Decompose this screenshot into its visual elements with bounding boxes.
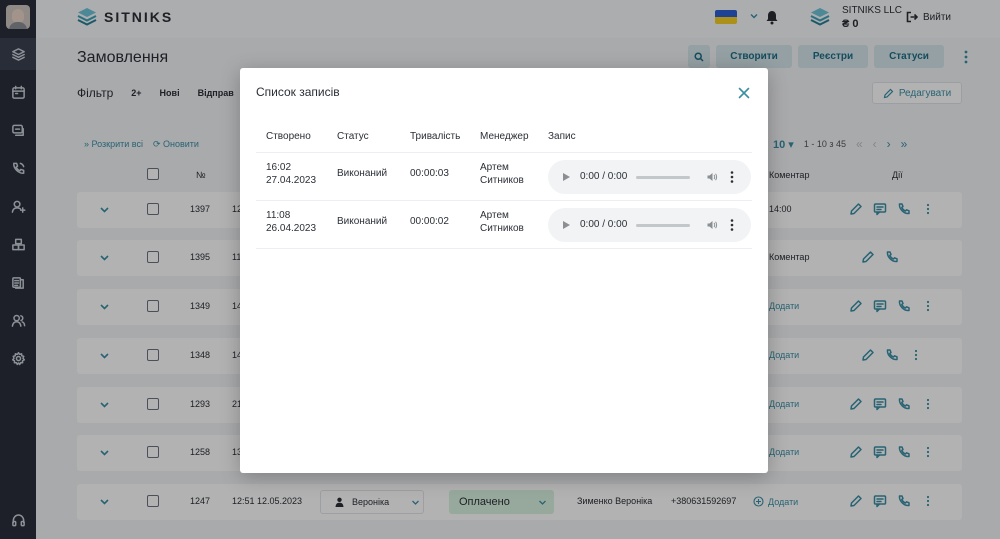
recordings-header: Створено Статус Тривалість Менеджер Запи… <box>256 128 752 153</box>
record-status: Виконаний <box>337 168 388 179</box>
record-manager: Артем Ситников <box>480 210 524 234</box>
record-manager: Артем Ситников <box>480 162 524 186</box>
more-vertical-icon[interactable] <box>730 218 734 232</box>
recordings-table: Створено Статус Тривалість Менеджер Запи… <box>256 128 752 249</box>
col-record: Запис <box>548 131 576 142</box>
modal-title: Список записів <box>256 85 340 99</box>
more-vertical-icon[interactable] <box>730 170 734 184</box>
audio-player: 0:00 / 0:00 <box>548 208 751 242</box>
progress-slider[interactable] <box>636 176 690 179</box>
volume-icon[interactable] <box>706 171 718 183</box>
progress-slider[interactable] <box>636 224 690 227</box>
col-duration: Тривалість <box>410 131 461 142</box>
col-created: Створено <box>266 131 311 142</box>
col-manager: Менеджер <box>480 131 529 142</box>
record-created: 16:02 27.04.2023 <box>266 162 317 186</box>
col-status: Статус <box>337 131 369 142</box>
record-created: 11:08 26.04.2023 <box>266 210 317 234</box>
audio-player: 0:00 / 0:00 <box>548 160 751 194</box>
player-time: 0:00 / 0:00 <box>580 219 628 230</box>
recording-row: 16:02 27.04.2023 Виконаний 00:00:03 Артем… <box>256 160 752 201</box>
recording-row: 11:08 26.04.2023 Виконаний 00:00:02 Артем… <box>256 208 752 249</box>
volume-icon[interactable] <box>706 219 718 231</box>
player-time: 0:00 / 0:00 <box>580 171 628 182</box>
play-icon[interactable] <box>563 173 570 181</box>
record-duration: 00:00:02 <box>410 216 449 227</box>
record-status: Виконаний <box>337 216 388 227</box>
play-icon[interactable] <box>563 221 570 229</box>
recordings-modal: Список записів Створено Статус Триваліст… <box>240 68 768 473</box>
close-button[interactable] <box>738 87 750 99</box>
record-duration: 00:00:03 <box>410 168 449 179</box>
close-icon <box>738 87 750 99</box>
